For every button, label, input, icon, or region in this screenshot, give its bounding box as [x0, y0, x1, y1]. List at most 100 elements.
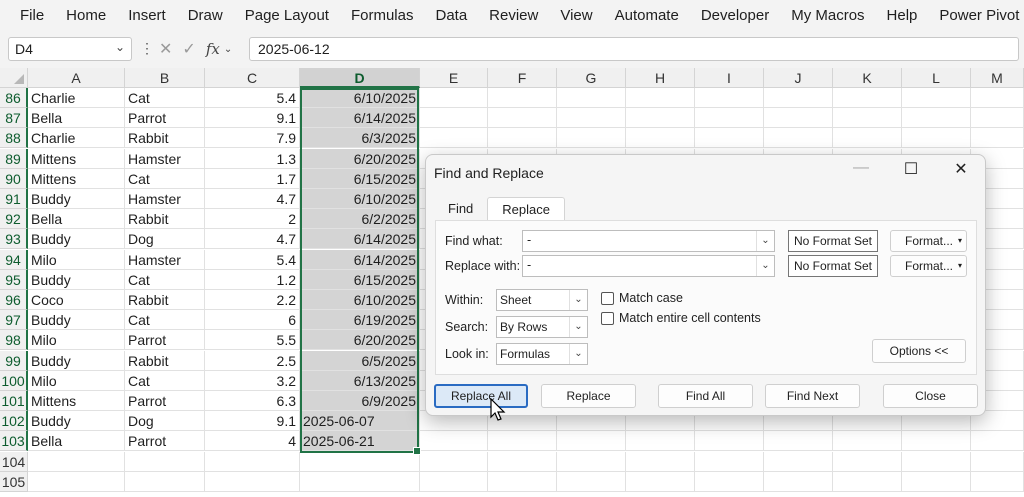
- cell-a[interactable]: Bella: [28, 209, 125, 230]
- close-icon[interactable]: ✕: [946, 159, 976, 179]
- row-header[interactable]: 103: [0, 431, 28, 452]
- cell-e[interactable]: [420, 451, 488, 472]
- menu-item-view[interactable]: View: [549, 7, 603, 24]
- column-header-f[interactable]: F: [488, 68, 557, 88]
- column-header-i[interactable]: I: [695, 68, 764, 88]
- row-header[interactable]: 87: [0, 108, 28, 129]
- cell-c[interactable]: [205, 451, 300, 472]
- cell-c[interactable]: 5.5: [205, 330, 300, 351]
- cell-j[interactable]: [764, 108, 833, 129]
- chevron-down-icon[interactable]: ⌄: [569, 344, 587, 364]
- cell-k[interactable]: [833, 88, 902, 108]
- cell-b[interactable]: Cat: [125, 269, 205, 290]
- cell-b[interactable]: Cat: [125, 310, 205, 331]
- cell-a[interactable]: Mittens: [28, 391, 125, 411]
- cell-i[interactable]: [695, 88, 764, 108]
- cell-k[interactable]: [833, 431, 902, 452]
- cell-i[interactable]: [695, 471, 764, 492]
- cell-e[interactable]: [420, 88, 488, 108]
- cell-e[interactable]: [420, 431, 488, 452]
- cell-b[interactable]: Rabbit: [125, 128, 205, 149]
- cell-j[interactable]: [764, 471, 833, 492]
- cell-k[interactable]: [833, 108, 902, 129]
- column-header-m[interactable]: M: [971, 68, 1024, 88]
- find-next-button[interactable]: Find Next: [765, 384, 860, 408]
- within-select[interactable]: Sheet ⌄: [496, 289, 588, 311]
- cell-a[interactable]: Mittens: [28, 168, 125, 189]
- cell-m[interactable]: [971, 471, 1024, 492]
- maximize-icon[interactable]: ☐: [896, 159, 926, 179]
- cell-f[interactable]: [488, 431, 557, 452]
- cell-h[interactable]: [626, 108, 695, 129]
- cell-a[interactable]: [28, 451, 125, 472]
- cell-j[interactable]: [764, 451, 833, 472]
- cell-a[interactable]: Buddy: [28, 411, 125, 432]
- cell-a[interactable]: Bella: [28, 108, 125, 129]
- column-header-j[interactable]: J: [764, 68, 833, 88]
- cell-h[interactable]: [626, 128, 695, 149]
- replace-button[interactable]: Replace: [541, 384, 636, 408]
- cell-d[interactable]: 6/14/2025: [300, 229, 420, 250]
- cell-d[interactable]: 6/20/2025: [300, 330, 420, 351]
- cell-c[interactable]: 6: [205, 310, 300, 331]
- cell-f[interactable]: [488, 471, 557, 492]
- cell-c[interactable]: 4.7: [205, 189, 300, 209]
- cell-c[interactable]: 2.5: [205, 350, 300, 371]
- cell-l[interactable]: [902, 471, 971, 492]
- cell-k[interactable]: [833, 128, 902, 149]
- row-header[interactable]: 104: [0, 451, 28, 472]
- cell-d[interactable]: 6/14/2025: [300, 108, 420, 129]
- cell-a[interactable]: Bella: [28, 431, 125, 452]
- find-format-button[interactable]: Format... ▾: [890, 230, 967, 252]
- cell-d[interactable]: 6/2/2025: [300, 209, 420, 230]
- cell-d[interactable]: 6/10/2025: [300, 88, 420, 108]
- look-in-select[interactable]: Formulas ⌄: [496, 343, 588, 365]
- select-all-corner[interactable]: [0, 68, 28, 88]
- options-button[interactable]: Options <<: [872, 339, 966, 363]
- menu-item-review[interactable]: Review: [478, 7, 549, 24]
- cell-g[interactable]: [557, 451, 626, 472]
- row-header[interactable]: 86: [0, 88, 28, 108]
- replace-all-button[interactable]: Replace All: [434, 384, 528, 408]
- cell-m[interactable]: [971, 88, 1024, 108]
- replace-format-button[interactable]: Format... ▾: [890, 255, 967, 277]
- tab-replace[interactable]: Replace: [487, 197, 565, 221]
- cell-d[interactable]: 6/19/2025: [300, 310, 420, 331]
- cell-c[interactable]: 9.1: [205, 108, 300, 129]
- cell-m[interactable]: [971, 451, 1024, 472]
- cell-e[interactable]: [420, 471, 488, 492]
- column-header-l[interactable]: L: [902, 68, 971, 88]
- menu-item-page-layout[interactable]: Page Layout: [234, 7, 340, 24]
- cell-c[interactable]: 7.9: [205, 128, 300, 149]
- cell-h[interactable]: [626, 431, 695, 452]
- cell-c[interactable]: 1.3: [205, 148, 300, 169]
- column-header-b[interactable]: B: [125, 68, 205, 88]
- cell-d[interactable]: [300, 451, 420, 472]
- column-header-c[interactable]: C: [205, 68, 300, 88]
- chevron-down-icon[interactable]: ⌄: [115, 40, 125, 54]
- row-header[interactable]: 92: [0, 209, 28, 230]
- column-header-g[interactable]: G: [557, 68, 626, 88]
- row-header[interactable]: 94: [0, 249, 28, 270]
- cell-c[interactable]: 1.2: [205, 269, 300, 290]
- chevron-down-icon[interactable]: ⌄: [224, 44, 232, 55]
- row-header[interactable]: 91: [0, 189, 28, 209]
- cell-b[interactable]: Parrot: [125, 108, 205, 129]
- cell-j[interactable]: [764, 88, 833, 108]
- cell-h[interactable]: [626, 88, 695, 108]
- cell-b[interactable]: Parrot: [125, 431, 205, 452]
- cell-h[interactable]: [626, 451, 695, 472]
- row-header[interactable]: 96: [0, 290, 28, 310]
- cell-d[interactable]: 6/13/2025: [300, 370, 420, 391]
- cell-b[interactable]: Hamster: [125, 148, 205, 169]
- column-header-k[interactable]: K: [833, 68, 902, 88]
- cell-b[interactable]: Parrot: [125, 391, 205, 411]
- cell-b[interactable]: Rabbit: [125, 209, 205, 230]
- cell-d[interactable]: 6/3/2025: [300, 128, 420, 149]
- row-header[interactable]: 93: [0, 229, 28, 250]
- checkbox-box[interactable]: [601, 311, 614, 325]
- cell-m[interactable]: [971, 108, 1024, 129]
- find-what-input[interactable]: - ⌄: [522, 230, 775, 252]
- cell-a[interactable]: Coco: [28, 290, 125, 310]
- cell-f[interactable]: [488, 88, 557, 108]
